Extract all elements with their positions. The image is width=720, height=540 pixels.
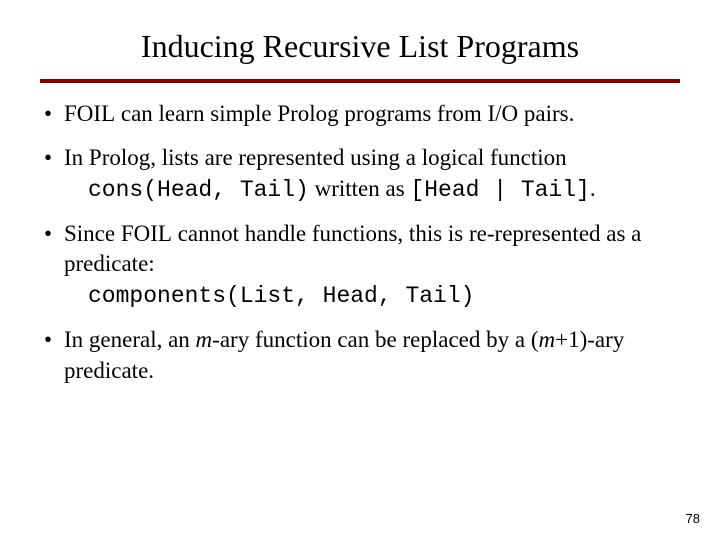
text: . [590,176,596,201]
bullet-list: FOIL can learn simple Prolog programs fr… [40,99,680,386]
bullet-item: In general, an m-ary function can be rep… [40,325,680,386]
bullet-item: FOIL can learn simple Prolog programs fr… [40,99,680,129]
code: [Head | Tail] [410,177,589,203]
text: Since F [64,221,134,246]
code: components(List, Head, Tail) [88,283,474,309]
text: written as [309,176,411,201]
text: can learn simple Prolog programs from I/… [115,101,574,126]
page-number: 78 [686,511,700,526]
title-rule [40,79,680,83]
text: In general, an [64,327,196,352]
text: -ary function can be replaced by a ( [212,327,538,352]
italic: m [538,327,555,352]
slide-title: Inducing Recursive List Programs [40,28,680,65]
slide: Inducing Recursive List Programs FOIL ca… [0,0,720,540]
smallcaps: OIL [134,221,172,246]
italic: m [196,327,213,352]
smallcaps: OIL [77,101,115,126]
bullet-item: In Prolog, lists are represented using a… [40,143,680,205]
bullet-item: Since FOIL cannot handle functions, this… [40,219,680,311]
text: F [64,101,77,126]
code: cons(Head, Tail) [88,177,309,203]
text: In Prolog, lists are represented using a… [64,145,567,170]
